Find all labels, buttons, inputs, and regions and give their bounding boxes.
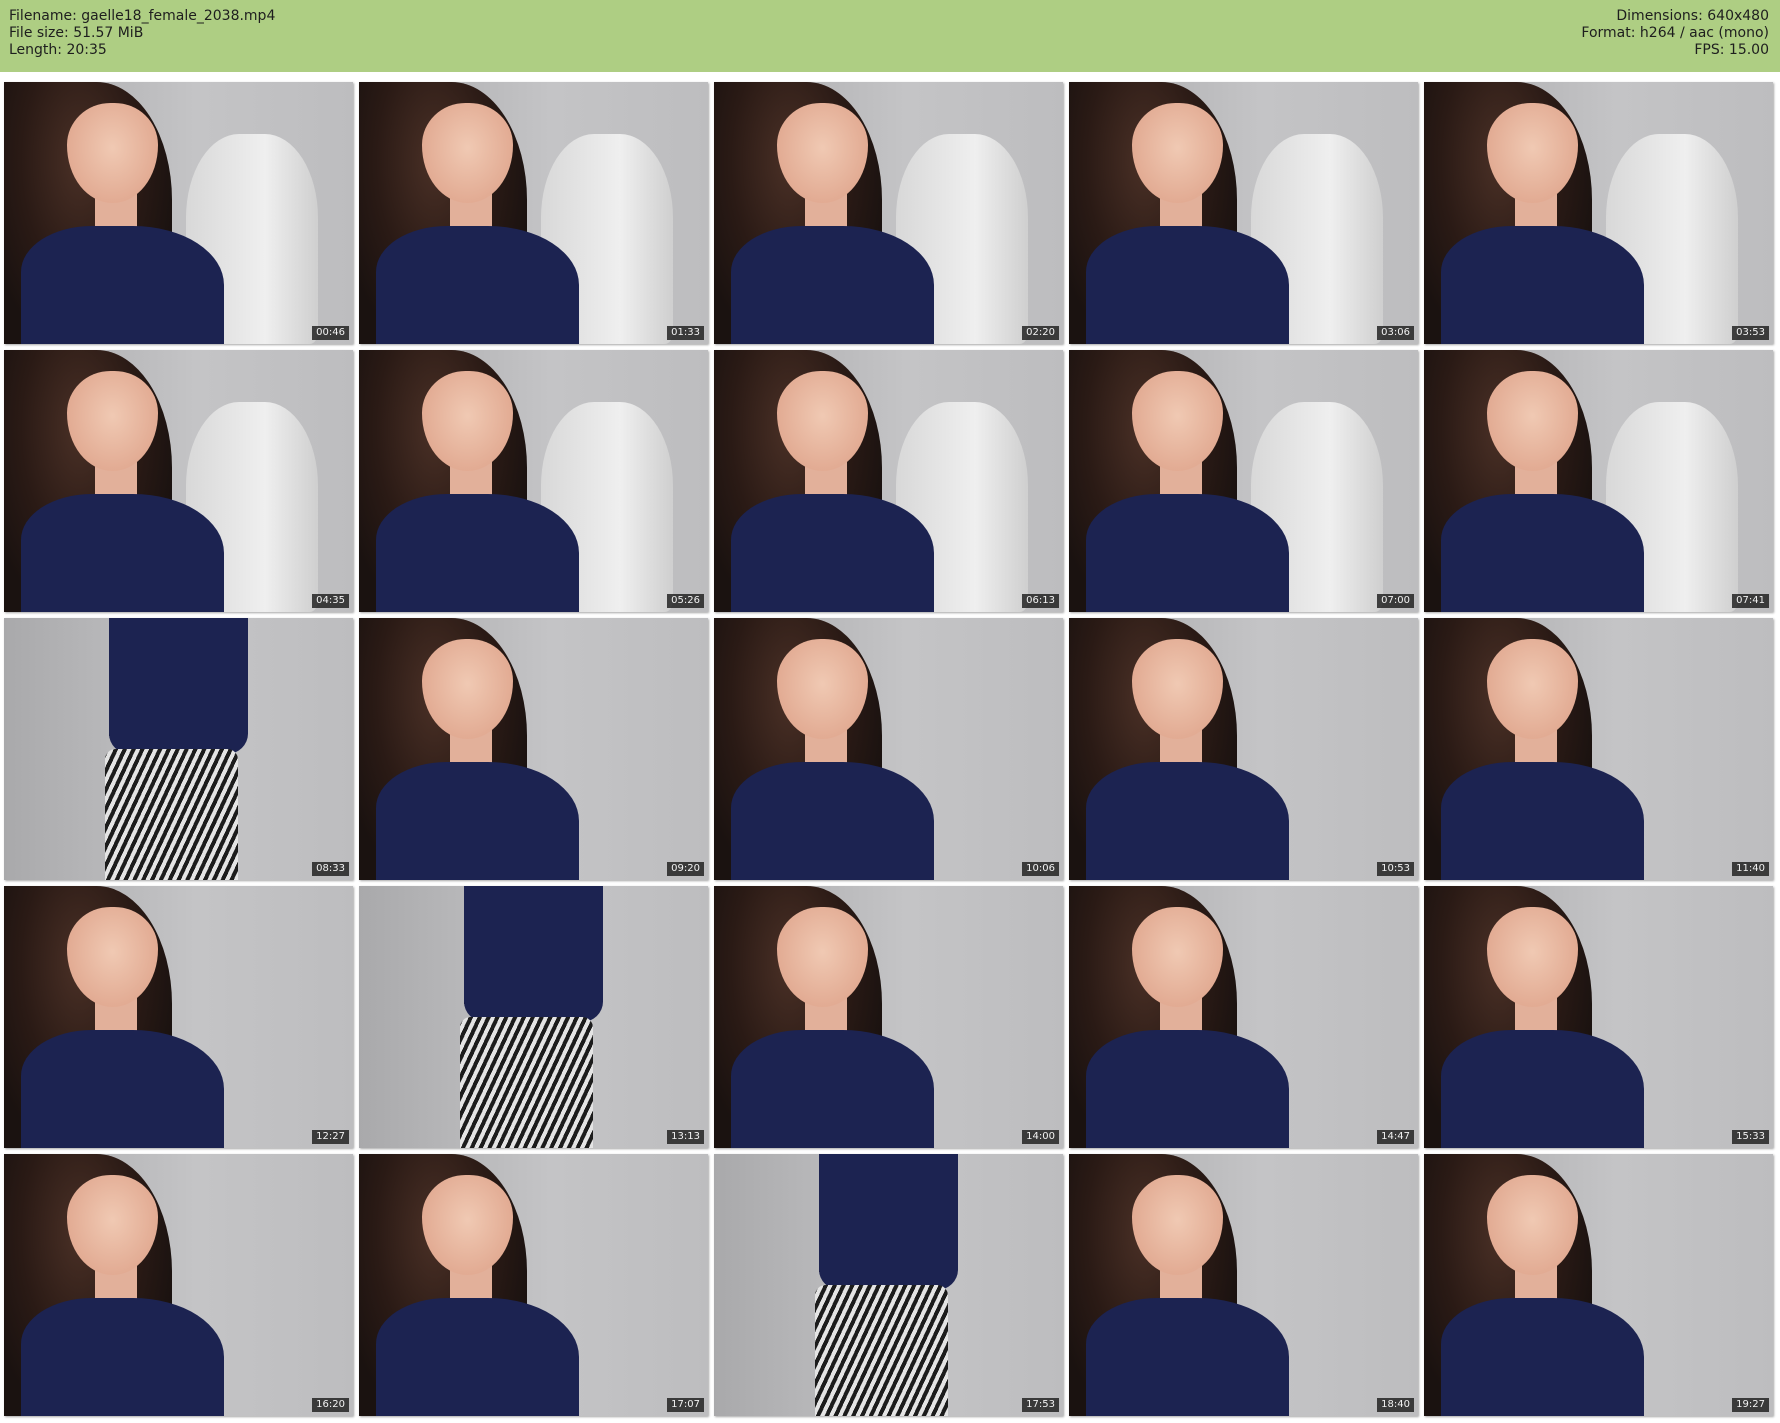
video-thumbnail[interactable]: 10:06 <box>714 618 1063 880</box>
shirt-shape <box>731 1030 934 1148</box>
shirt-shape <box>21 226 224 344</box>
thumbnail-timestamp: 19:27 <box>1732 1398 1769 1412</box>
video-thumbnail[interactable]: 19:27 <box>1424 1154 1773 1416</box>
video-thumbnail[interactable]: 12:27 <box>4 886 353 1148</box>
video-thumbnail[interactable]: 07:00 <box>1069 350 1418 612</box>
thumbnail-timestamp: 17:07 <box>667 1398 704 1412</box>
file-info: Filename: gaelle18_female_2038.mp4 File … <box>9 8 275 59</box>
shirt-shape <box>1086 494 1289 612</box>
shirt-shape <box>376 1298 579 1416</box>
thumbnail-timestamp: 07:41 <box>1732 594 1769 608</box>
video-thumbnail[interactable]: 03:06 <box>1069 82 1418 344</box>
format-label: Format: h264 / aac (mono) <box>1581 25 1769 41</box>
video-thumbnail[interactable]: 10:53 <box>1069 618 1418 880</box>
shirt-shape <box>1441 226 1644 344</box>
video-thumbnail[interactable]: 14:00 <box>714 886 1063 1148</box>
shirt-shape <box>1086 762 1289 880</box>
thumbnail-timestamp: 18:40 <box>1377 1398 1414 1412</box>
thumbnail-timestamp: 12:27 <box>312 1130 349 1144</box>
video-thumbnail[interactable]: 03:53 <box>1424 82 1773 344</box>
video-thumbnail[interactable]: 02:20 <box>714 82 1063 344</box>
thumbnail-timestamp: 06:13 <box>1022 594 1059 608</box>
video-thumbnail[interactable]: 09:20 <box>359 618 708 880</box>
thumbnail-timestamp: 15:33 <box>1732 1130 1769 1144</box>
thumbnail-timestamp: 02:20 <box>1022 326 1059 340</box>
shirt-shape <box>376 762 579 880</box>
shirt-shape <box>1441 1030 1644 1148</box>
video-thumbnail[interactable]: 06:13 <box>714 350 1063 612</box>
shirt-shape <box>731 762 934 880</box>
video-thumbnail[interactable]: 18:40 <box>1069 1154 1418 1416</box>
dimensions-label: Dimensions: 640x480 <box>1616 8 1769 24</box>
shirt-shape <box>731 226 934 344</box>
thumbnail-timestamp: 03:06 <box>1377 326 1414 340</box>
thumbnail-timestamp: 10:06 <box>1022 862 1059 876</box>
thumbnail-timestamp: 00:46 <box>312 326 349 340</box>
thumbnail-timestamp: 03:53 <box>1732 326 1769 340</box>
shirt-shape <box>818 1154 959 1291</box>
thumbnail-timestamp: 14:00 <box>1022 1130 1059 1144</box>
thumbnail-timestamp: 04:35 <box>312 594 349 608</box>
video-thumbnail[interactable]: 01:33 <box>359 82 708 344</box>
shirt-shape <box>1441 1298 1644 1416</box>
thumbnail-timestamp: 17:53 <box>1022 1398 1059 1412</box>
video-thumbnail[interactable]: 11:40 <box>1424 618 1773 880</box>
video-thumbnail[interactable]: 04:35 <box>4 350 353 612</box>
thumbnail-timestamp: 09:20 <box>667 862 704 876</box>
shirt-shape <box>731 494 934 612</box>
thumbnail-timestamp: 05:26 <box>667 594 704 608</box>
video-thumbnail[interactable]: 00:46 <box>4 82 353 344</box>
shirt-shape <box>108 618 249 755</box>
shirt-shape <box>1441 494 1644 612</box>
video-thumbnail[interactable]: 05:26 <box>359 350 708 612</box>
thumbnail-timestamp: 07:00 <box>1377 594 1414 608</box>
thumbnail-grid: 00:46 01:33 02:20 03:06 03:53 04:35 05:26 06:13… <box>4 82 1773 1416</box>
skirtband-shape <box>105 749 238 880</box>
shirt-shape <box>1086 1298 1289 1416</box>
shirt-shape <box>463 886 604 1023</box>
fps-label: FPS: 15.00 <box>1694 42 1769 58</box>
thumbnail-timestamp: 08:33 <box>312 862 349 876</box>
shirt-shape <box>1441 762 1644 880</box>
length-label: Length: 20:35 <box>9 42 107 58</box>
filename-label: Filename: gaelle18_female_2038.mp4 <box>9 8 276 24</box>
video-thumbnail[interactable]: 17:53 <box>714 1154 1063 1416</box>
shirt-shape <box>376 494 579 612</box>
video-thumbnail[interactable]: 07:41 <box>1424 350 1773 612</box>
thumbnail-timestamp: 01:33 <box>667 326 704 340</box>
thumbnail-timestamp: 14:47 <box>1377 1130 1414 1144</box>
thumbnail-timestamp: 11:40 <box>1732 862 1769 876</box>
video-thumbnail[interactable]: 16:20 <box>4 1154 353 1416</box>
video-info: Dimensions: 640x480 Format: h264 / aac (… <box>1581 8 1769 59</box>
shirt-shape <box>1086 1030 1289 1148</box>
video-thumbnail[interactable]: 08:33 <box>4 618 353 880</box>
shirt-shape <box>21 1030 224 1148</box>
file-size-label: File size: 51.57 MiB <box>9 25 144 41</box>
metadata-header: Filename: gaelle18_female_2038.mp4 File … <box>0 0 1780 72</box>
skirtband-shape <box>815 1285 948 1416</box>
thumbnail-timestamp: 16:20 <box>312 1398 349 1412</box>
shirt-shape <box>21 494 224 612</box>
video-thumbnail[interactable]: 17:07 <box>359 1154 708 1416</box>
skirtband-shape <box>460 1017 593 1148</box>
thumbnail-timestamp: 13:13 <box>667 1130 704 1144</box>
shirt-shape <box>21 1298 224 1416</box>
shirt-shape <box>376 226 579 344</box>
video-thumbnail[interactable]: 13:13 <box>359 886 708 1148</box>
shirt-shape <box>1086 226 1289 344</box>
video-thumbnail[interactable]: 14:47 <box>1069 886 1418 1148</box>
thumbnail-timestamp: 10:53 <box>1377 862 1414 876</box>
video-thumbnail[interactable]: 15:33 <box>1424 886 1773 1148</box>
